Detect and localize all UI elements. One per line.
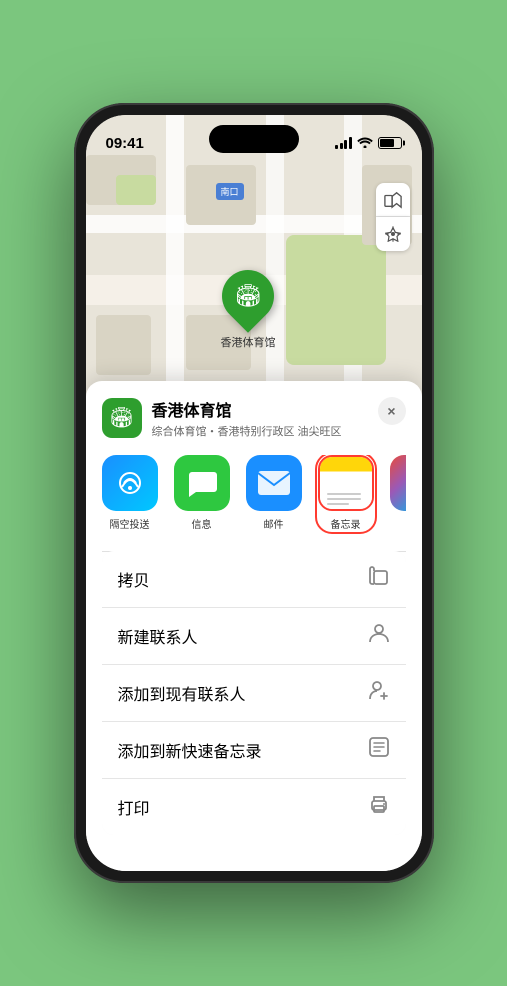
share-apps-row: 隔空投送 信息 [102, 455, 406, 535]
messages-icon [174, 455, 230, 511]
dynamic-island [209, 125, 299, 153]
home-indicator-space [102, 835, 406, 855]
action-print[interactable]: 打印 [102, 778, 406, 835]
print-icon [368, 793, 390, 821]
map-area-label: 南口 [216, 183, 244, 200]
venue-text: 香港体育馆 综合体育馆・香港特别行政区 油尖旺区 [152, 397, 342, 439]
bottom-sheet: 🏟 香港体育馆 综合体育馆・香港特别行政区 油尖旺区 × [86, 381, 422, 872]
signal-bars-icon [335, 137, 352, 149]
add-existing-icon [368, 679, 390, 707]
venue-info: 🏟 香港体育馆 综合体育馆・香港特别行政区 油尖旺区 [102, 397, 342, 439]
close-button[interactable]: × [378, 397, 406, 425]
action-add-quicknote-label: 添加到新快速备忘录 [118, 738, 262, 762]
map-controls [376, 183, 410, 251]
pin-label: 香港体育馆 [221, 334, 276, 350]
copy-icon [368, 565, 390, 593]
venue-name: 香港体育馆 [152, 397, 342, 421]
venue-description: 综合体育馆・香港特别行政区 油尖旺区 [152, 423, 342, 439]
venue-logo: 🏟 [102, 398, 142, 438]
mail-icon [246, 455, 302, 511]
mail-label: 邮件 [264, 516, 284, 531]
new-contact-icon [368, 622, 390, 650]
airdrop-icon [102, 455, 158, 511]
action-print-label: 打印 [118, 795, 150, 819]
airdrop-label: 隔空投送 [110, 516, 150, 531]
notes-selected-wrapper: 备忘录 [318, 455, 374, 531]
action-add-quicknote[interactable]: 添加到新快速备忘录 [102, 721, 406, 778]
location-button[interactable] [376, 217, 410, 251]
quicknote-icon [368, 736, 390, 764]
app-item-more[interactable]: 提 [390, 455, 406, 531]
status-icons [335, 136, 402, 151]
wifi-icon [357, 136, 373, 151]
stadium-pin: 🏟 香港体育馆 [221, 270, 276, 350]
action-new-contact-label: 新建联系人 [118, 624, 198, 648]
action-add-existing-label: 添加到现有联系人 [118, 681, 246, 705]
battery-icon [378, 137, 402, 149]
phone-screen: 09:41 [86, 115, 422, 871]
action-list: 拷贝 新建联系人 [102, 551, 406, 835]
app-item-mail[interactable]: 邮件 [246, 455, 302, 531]
status-time: 09:41 [106, 135, 144, 152]
map-type-button[interactable] [376, 183, 410, 217]
action-new-contact[interactable]: 新建联系人 [102, 607, 406, 664]
action-copy-label: 拷贝 [118, 567, 150, 591]
more-icon [390, 455, 406, 511]
app-item-notes[interactable]: 备忘录 [318, 455, 374, 531]
notes-icon [318, 455, 374, 511]
notes-label: 备忘录 [331, 516, 361, 531]
messages-label: 信息 [192, 516, 212, 531]
action-copy[interactable]: 拷贝 [102, 551, 406, 607]
app-item-messages[interactable]: 信息 [174, 455, 230, 531]
venue-header: 🏟 香港体育馆 综合体育馆・香港特别行政区 油尖旺区 × [102, 397, 406, 439]
app-item-airdrop[interactable]: 隔空投送 [102, 455, 158, 531]
phone-frame: 09:41 [74, 103, 434, 883]
action-add-existing[interactable]: 添加到现有联系人 [102, 664, 406, 721]
